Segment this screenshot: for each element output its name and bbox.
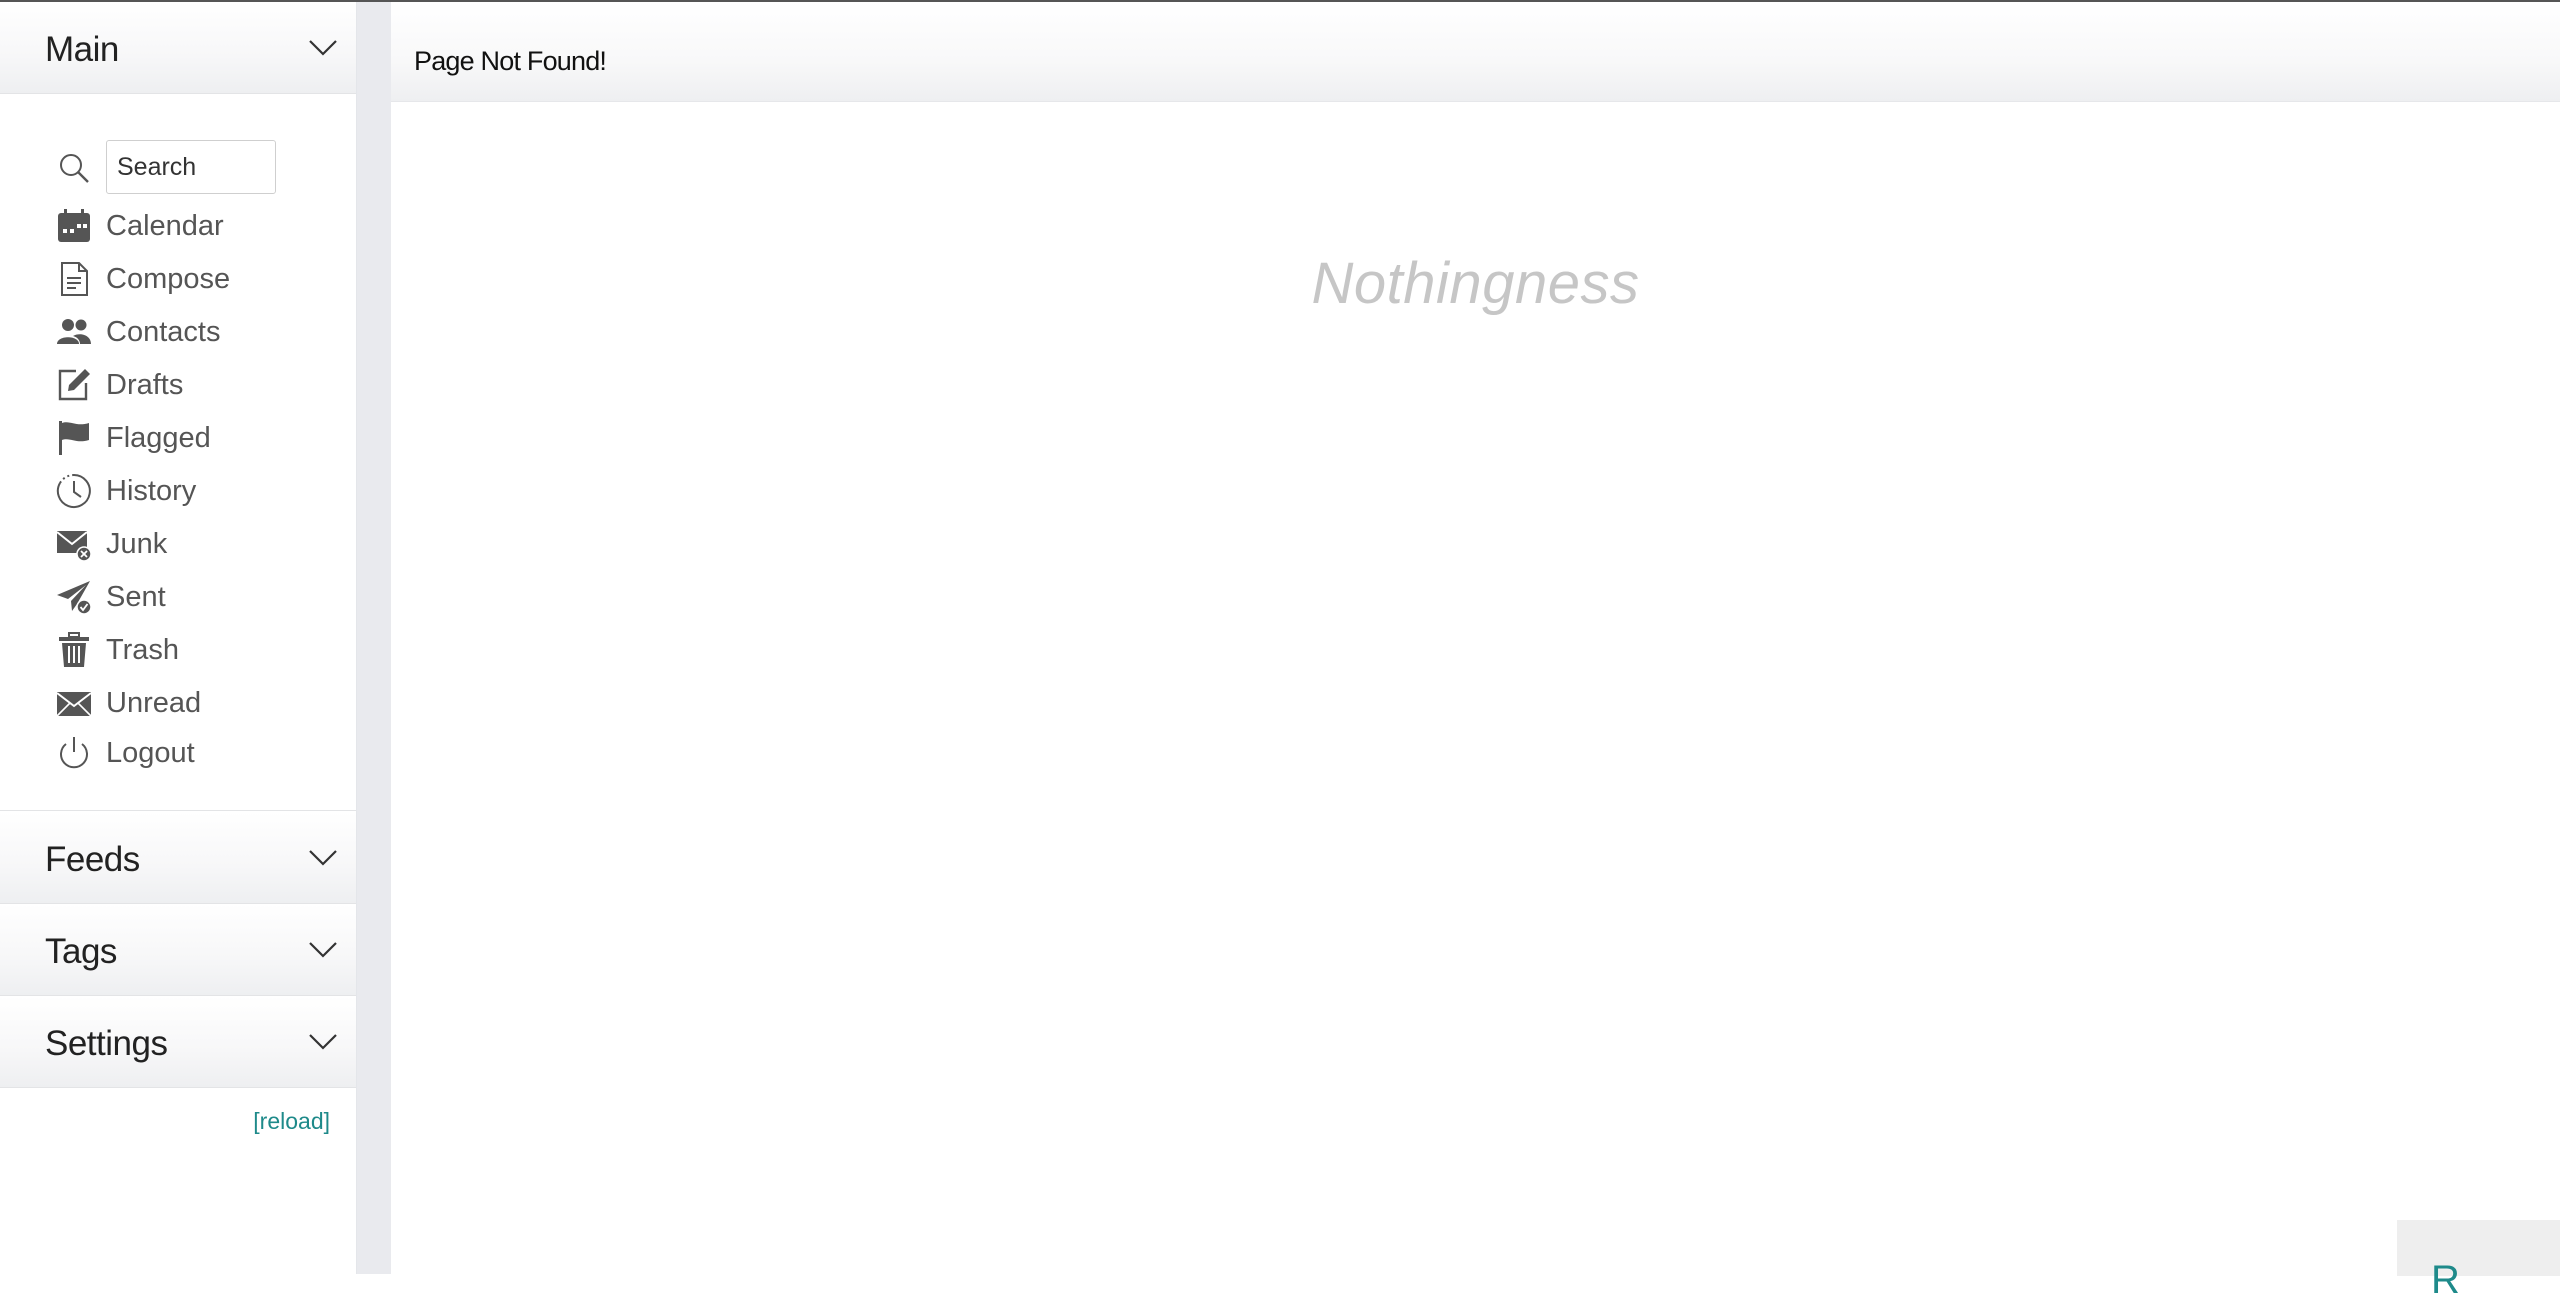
sent-icon bbox=[57, 581, 92, 615]
sidebar-item-label: Sent bbox=[106, 580, 166, 613]
chevron-down-icon[interactable] bbox=[306, 1024, 340, 1058]
compose-icon bbox=[61, 262, 88, 296]
search-input[interactable] bbox=[106, 140, 276, 194]
sidebar-item-drafts[interactable]: Drafts bbox=[56, 362, 183, 408]
unread-icon bbox=[56, 692, 92, 717]
trash-icon bbox=[59, 632, 89, 667]
main-header: Page Not Found! bbox=[391, 2, 2560, 102]
reload-link[interactable]: [reload] bbox=[253, 1108, 330, 1135]
section-tags-header[interactable]: Tags bbox=[0, 904, 356, 996]
section-feeds-header[interactable]: Feeds bbox=[0, 812, 356, 904]
section-tags-title: Tags bbox=[45, 932, 117, 971]
sidebar-item-label: Contacts bbox=[106, 315, 221, 348]
sidebar-item-label: Unread bbox=[106, 686, 202, 719]
flag-icon bbox=[59, 421, 89, 455]
section-main-header[interactable]: Main bbox=[0, 2, 356, 94]
sidebar-item-calendar[interactable]: Calendar bbox=[56, 203, 224, 249]
section-settings-header[interactable]: Settings bbox=[0, 996, 356, 1088]
sidebar-item-trash[interactable]: Trash bbox=[56, 627, 179, 673]
section-feeds-title: Feeds bbox=[45, 840, 140, 879]
sidebar-item-label: Junk bbox=[106, 527, 168, 560]
sidebar-item-label: Compose bbox=[106, 262, 231, 295]
sidebar-item-label: Trash bbox=[106, 633, 180, 666]
chevron-down-icon[interactable] bbox=[306, 30, 340, 64]
sidebar: Main Calendar Compose bbox=[0, 2, 357, 1274]
chevron-down-icon[interactable] bbox=[306, 932, 340, 966]
sidebar-item-compose[interactable]: Compose bbox=[56, 256, 230, 302]
section-settings-title: Settings bbox=[45, 1024, 168, 1063]
sidebar-item-label: Flagged bbox=[106, 421, 211, 454]
sidebar-item-label: History bbox=[106, 474, 197, 507]
contacts-icon bbox=[57, 319, 91, 344]
sidebar-gutter bbox=[357, 2, 391, 1274]
sidebar-item-label: Calendar bbox=[106, 209, 224, 242]
logout-icon bbox=[60, 737, 88, 769]
sidebar-item-history[interactable]: History bbox=[56, 468, 196, 514]
history-icon bbox=[56, 473, 91, 508]
sidebar-item-unread[interactable]: Unread bbox=[56, 680, 201, 726]
sidebar-item-sent[interactable]: Sent bbox=[56, 574, 166, 620]
calendar-icon bbox=[58, 209, 90, 242]
sidebar-item-contacts[interactable]: Contacts bbox=[56, 309, 220, 355]
empty-message: Nothingness bbox=[1311, 251, 1640, 316]
search-icon bbox=[60, 154, 89, 183]
chevron-down-icon[interactable] bbox=[306, 840, 340, 874]
sidebar-item-junk[interactable]: Junk bbox=[56, 521, 167, 567]
sidebar-item-label: Logout bbox=[106, 736, 195, 769]
sidebar-item-flagged[interactable]: Flagged bbox=[56, 415, 211, 461]
corner-partial-label: R bbox=[2431, 1258, 2460, 1302]
sidebar-item-logout[interactable]: Logout bbox=[56, 730, 195, 776]
corner-partial-button[interactable]: R bbox=[2397, 1220, 2560, 1302]
page-title: Page Not Found! bbox=[414, 46, 607, 76]
sidebar-item-label: Drafts bbox=[106, 368, 184, 401]
junk-icon bbox=[56, 531, 92, 562]
drafts-icon bbox=[58, 369, 90, 401]
section-main-title: Main bbox=[45, 30, 119, 69]
divider bbox=[0, 810, 356, 811]
